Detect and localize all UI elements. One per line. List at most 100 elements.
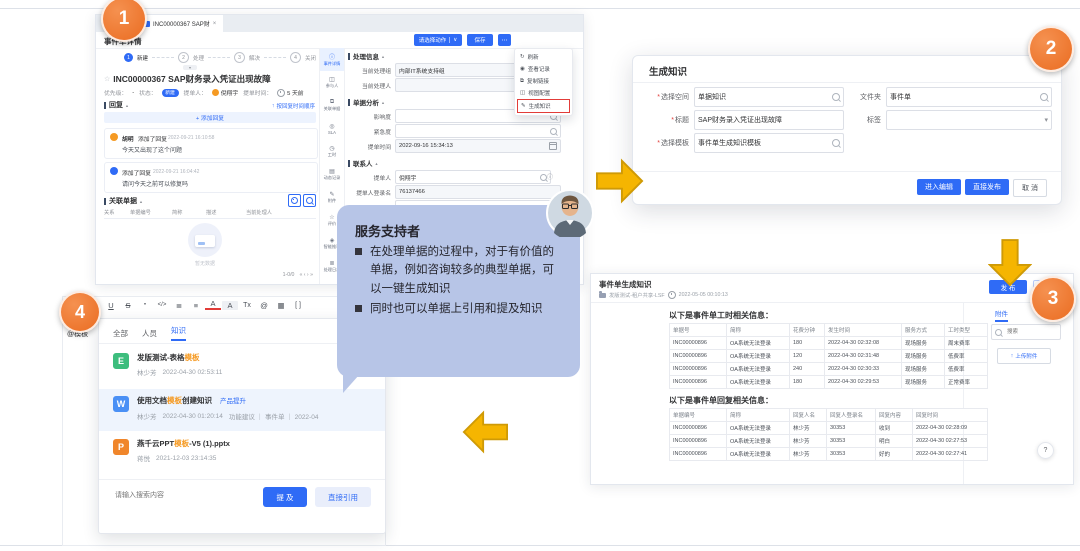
- knowledge-item[interactable]: P 燕千云PPT模板-V5 (1).pptx 蒋悦2021-12-03 23:1…: [99, 433, 385, 473]
- enter-edit-button[interactable]: 进入编辑: [917, 179, 961, 195]
- comment-avatar: [110, 167, 118, 175]
- table-header-row: 单据编号 简称 回复人名 回复人登录名 回复内容 回复时间: [670, 409, 988, 422]
- rail-item-sla[interactable]: ◎SLA: [320, 117, 344, 140]
- item-meta: 林少芳2022-04-30 01:20:14功能建议 ｜ 事件单 ｜ 2022-…: [137, 411, 318, 421]
- reply-comment-1: 胡明 添加了回复 2022-09-21 16:10:58 今天又出现了这个问题: [104, 128, 318, 159]
- collapse-handle[interactable]: ▾: [183, 65, 197, 70]
- close-tab-icon[interactable]: ×: [213, 21, 217, 27]
- knowledge-item-selected[interactable]: W 使用文档模板创建知识产品提升 林少芳2022-04-30 01:20:14功…: [99, 389, 385, 431]
- rail-label: 关联单据: [324, 106, 341, 112]
- underline-icon[interactable]: U: [103, 301, 119, 310]
- table-divider: [104, 218, 316, 219]
- activity-icon: ▤: [329, 168, 335, 175]
- process-info-header[interactable]: 处理信息▴: [348, 51, 384, 61]
- clear-format-icon[interactable]: Tx: [239, 302, 255, 309]
- upload-attachment-button[interactable]: ↑上传附件: [997, 348, 1051, 364]
- reporter-login-field[interactable]: 76137466: [395, 185, 561, 199]
- title-label: *标题: [637, 115, 689, 125]
- info-circle-icon[interactable]: ⓘ: [547, 172, 553, 181]
- mention-icon[interactable]: @: [256, 301, 272, 310]
- comment-time: 2022-09-21 16:10:58: [168, 135, 214, 141]
- tab-people[interactable]: 人员: [142, 328, 157, 339]
- footer-divider: [99, 479, 385, 480]
- attachments-tab[interactable]: 附件: [995, 308, 1008, 322]
- related-settings-button[interactable]: [288, 194, 301, 207]
- space-field[interactable]: 单据知识: [694, 87, 844, 107]
- generate-knowledge-dialog: 生成知识 × *选择空间 单据知识 文件夹 事件单 *标题 SAP财务录入凭证出…: [632, 55, 1062, 205]
- step3-circle: 3: [234, 52, 245, 63]
- recommend-icon: ◈: [330, 237, 335, 244]
- rail-item-worktime[interactable]: ◷工时: [320, 140, 344, 163]
- more-actions-button[interactable]: ⋯: [498, 34, 511, 46]
- tab-incident-detail[interactable]: INC00000367 SAP财 ×: [138, 15, 223, 32]
- search-field[interactable]: [1005, 328, 1049, 336]
- save-button[interactable]: 保存: [467, 34, 493, 46]
- section-title: 联系人: [353, 158, 373, 168]
- menu-item-refresh[interactable]: ↻刷新: [515, 51, 572, 63]
- tag-select[interactable]: ▾: [886, 110, 1052, 130]
- title-field[interactable]: SAP财务录入凭证出现故障: [694, 110, 844, 130]
- font-color-icon[interactable]: A: [205, 300, 221, 310]
- rail-item-detail[interactable]: ⓘ事件详情: [320, 48, 344, 71]
- menu-item-generate-knowledge[interactable]: ✎生成知识: [517, 99, 570, 113]
- code-icon[interactable]: </>: [154, 302, 170, 308]
- template-field[interactable]: 事件单生成知识模板: [694, 133, 844, 153]
- add-reply-button[interactable]: + 添加回复: [104, 112, 316, 123]
- ordered-list-icon[interactable]: ≣: [171, 301, 187, 310]
- tab-knowledge[interactable]: 知识: [171, 325, 186, 341]
- rail-item-related[interactable]: ⧉关联单据: [320, 94, 344, 117]
- mention-button[interactable]: 提 及: [263, 487, 307, 507]
- worktime-heading: 以下是事件单工时相关信息：: [669, 310, 773, 321]
- bullet-list-icon[interactable]: ≡: [188, 301, 204, 310]
- menu-item-copy-link[interactable]: ⧉复制链接: [515, 75, 572, 87]
- menu-item-view-records[interactable]: ◉查看记录: [515, 63, 572, 75]
- item-time: 2021-12-03 23:14:35: [156, 455, 216, 462]
- analysis-header[interactable]: 单据分析▴: [348, 97, 384, 107]
- publish-directly-button[interactable]: 直接发布: [965, 179, 1009, 195]
- rail-item-activity[interactable]: ▤动态记录: [320, 163, 344, 186]
- replies-heading: 以下是事件单回复相关信息：: [669, 395, 773, 406]
- insert-grid-icon[interactable]: ▦: [273, 301, 289, 310]
- required-asterisk: *: [671, 117, 674, 124]
- rail-label: 参与人: [326, 83, 339, 89]
- highlight-color-icon[interactable]: A: [222, 301, 238, 310]
- quote-directly-button[interactable]: 直接引用: [315, 487, 371, 507]
- item-time: 2022-04-30 01:20:14: [163, 413, 223, 420]
- item-tag: 产品提升: [220, 398, 246, 405]
- fullscreen-icon[interactable]: [ ]: [290, 302, 306, 309]
- rail-item-participants[interactable]: ◫参与人: [320, 71, 344, 94]
- urgency-field[interactable]: [395, 124, 561, 138]
- strikethrough-icon[interactable]: S: [120, 301, 136, 310]
- tab-all[interactable]: 全部: [113, 328, 128, 339]
- word-file-icon: W: [113, 396, 129, 412]
- reporter-field[interactable]: 倪翔宇: [395, 170, 551, 184]
- star-icon[interactable]: ☆: [104, 75, 110, 83]
- related-section-header[interactable]: 关联单据 ▴: [104, 196, 142, 206]
- editor-toolbar: B I U S ” </> ≣ ≡ A A Tx @ ▦ [ ]: [69, 300, 306, 310]
- related-search-button[interactable]: [303, 194, 316, 207]
- reporter-chip[interactable]: 倪翔宇: [212, 88, 238, 97]
- item-author: 林少芳: [137, 367, 157, 377]
- sort-replies-link[interactable]: ↑ 按回复时间顺序: [272, 102, 315, 110]
- menu-label: 视图配置: [528, 89, 550, 97]
- cancel-button[interactable]: 取 消: [1013, 179, 1047, 197]
- rail-label: 事件详情: [324, 61, 341, 67]
- step2-circle: 2: [178, 52, 189, 63]
- reply-section-header[interactable]: 回复 ▴: [104, 100, 128, 110]
- field-label: 紧急度: [343, 127, 391, 136]
- select-action-button[interactable]: 请选择动作 ∨: [414, 34, 462, 46]
- pagination[interactable]: 1-0/0 « ‹ › »: [283, 272, 313, 278]
- mention-search-input[interactable]: [113, 491, 227, 500]
- more-icon: ⋯: [502, 37, 508, 44]
- worktime-table: 单据号 简称 花费分钟 发生时间 服务方式 工时类型 INC00000896OA…: [669, 323, 988, 389]
- pagination-arrows-icon[interactable]: « ‹ › »: [299, 272, 313, 278]
- folder-field[interactable]: 事件单: [886, 87, 1052, 107]
- select-action-label: 请选择动作: [419, 36, 447, 44]
- report-time-field[interactable]: 2022-09-16 15:34:13: [395, 139, 561, 153]
- help-button[interactable]: ?: [1037, 442, 1054, 459]
- blockquote-icon[interactable]: ”: [137, 301, 153, 310]
- menu-item-view-config[interactable]: ◫视图配置: [515, 87, 572, 99]
- contacts-header[interactable]: 联系人▴: [348, 158, 378, 168]
- rail-item-attachments[interactable]: ✎附件: [320, 186, 344, 209]
- attachment-search-input[interactable]: [991, 324, 1061, 340]
